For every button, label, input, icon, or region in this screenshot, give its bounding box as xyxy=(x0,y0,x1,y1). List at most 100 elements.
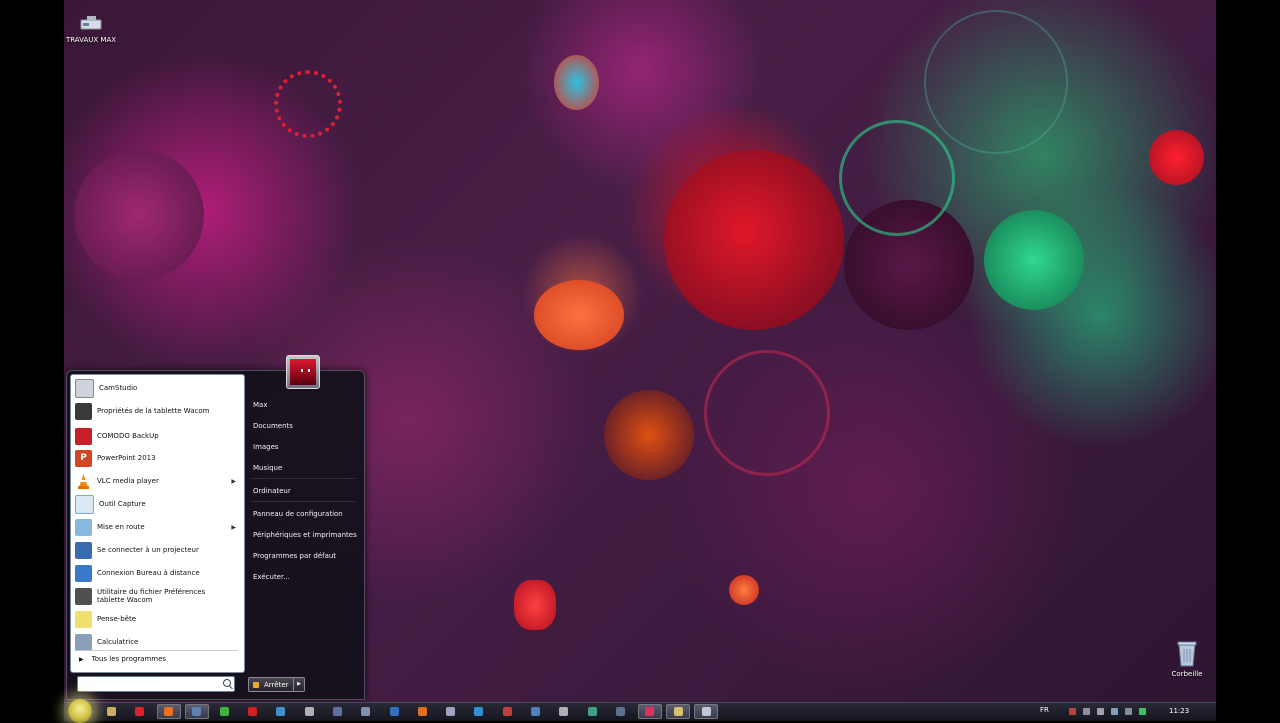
start-button[interactable] xyxy=(68,699,92,723)
taskbar-button[interactable] xyxy=(411,704,433,719)
pen-icon xyxy=(361,707,371,716)
inkscape-icon xyxy=(559,707,569,716)
wallpaper-orb xyxy=(729,575,759,605)
taskbar-button[interactable] xyxy=(694,704,719,719)
taskbar-button[interactable] xyxy=(270,704,292,719)
opera-icon xyxy=(134,707,144,716)
taskbar-button[interactable] xyxy=(355,704,377,719)
submenu-arrow-icon: ▶ xyxy=(231,477,236,485)
program-item-comodo-backup[interactable]: COMODO BackUp xyxy=(73,425,242,447)
explorer-icon xyxy=(106,707,116,716)
divider xyxy=(251,478,355,479)
camstudio-icon xyxy=(75,378,94,398)
taskbar-button[interactable] xyxy=(468,704,490,719)
taskbar-button[interactable] xyxy=(440,704,462,719)
taskbar-button[interactable] xyxy=(496,704,518,719)
wallpaper-orb xyxy=(534,280,624,350)
places-label: Images xyxy=(253,443,279,451)
program-item-getting-started[interactable]: Mise en route ▶ xyxy=(73,516,242,538)
taskbar-button[interactable] xyxy=(525,704,547,719)
triangle-right-icon: ▶ xyxy=(79,655,84,663)
search-icon[interactable] xyxy=(223,679,231,687)
projector-icon xyxy=(75,541,92,559)
volume-tray-icon[interactable] xyxy=(1097,708,1104,715)
taskbar-button[interactable] xyxy=(213,704,235,719)
program-item-camstudio[interactable]: CamStudio xyxy=(73,377,242,399)
globe-icon xyxy=(474,707,484,716)
wallpaper-orb xyxy=(604,390,694,480)
shutdown-options-arrow-icon[interactable]: ▶ xyxy=(293,678,304,691)
network-tray-icon[interactable] xyxy=(1083,708,1090,715)
taskbar-button[interactable] xyxy=(553,704,575,719)
taskbar-button[interactable] xyxy=(156,704,181,719)
places-item-images[interactable]: Images xyxy=(249,438,361,456)
taskbar-button[interactable] xyxy=(609,704,631,719)
program-item-wacom-utility[interactable]: Utilitaire du fichier Préférences tablet… xyxy=(73,585,242,607)
search-input[interactable] xyxy=(78,684,219,696)
places-label: Ordinateur xyxy=(253,487,291,495)
all-programs-label: Tous les programmes xyxy=(91,655,167,663)
places-item-default-programs[interactable]: Programmes par défaut xyxy=(249,547,361,565)
wallpaper-ring xyxy=(924,10,1068,154)
program-item-wacom-properties[interactable]: Propriétés de la tablette Wacom xyxy=(73,400,242,422)
flag-icon xyxy=(304,707,314,716)
program-item-remote-desktop[interactable]: Connexion Bureau à distance xyxy=(73,562,242,584)
program-label: Connexion Bureau à distance xyxy=(97,569,200,577)
submenu-arrow-icon: ▶ xyxy=(231,523,236,531)
taskbar-button[interactable] xyxy=(100,704,122,719)
cube-icon xyxy=(446,707,456,716)
taskbar-button[interactable] xyxy=(128,704,150,719)
desktop-icon-travaux-max[interactable]: TRAVAUX MAX xyxy=(64,14,126,44)
shield-icon xyxy=(587,707,597,716)
desktop-icon-recycle-bin[interactable]: Corbeille xyxy=(1152,640,1216,678)
flag-tray-icon[interactable] xyxy=(1069,708,1076,715)
divider xyxy=(251,501,355,502)
program-label: VLC media player xyxy=(97,477,159,485)
taskbar-button[interactable] xyxy=(581,704,603,719)
taskbar-button[interactable] xyxy=(326,704,348,719)
taskbar-button[interactable] xyxy=(383,704,405,719)
green-tray-icon[interactable] xyxy=(1139,708,1146,715)
clock[interactable]: 11:23 xyxy=(1169,707,1189,715)
sync-tray-icon[interactable] xyxy=(1111,708,1118,715)
lock-icon xyxy=(253,681,259,688)
places-label: Musique xyxy=(253,464,283,472)
vlc-cone-icon xyxy=(78,473,89,489)
places-item-ordinateur[interactable]: Ordinateur xyxy=(249,482,361,500)
powerpoint-icon: P xyxy=(75,449,92,467)
desktop-icon-label: Corbeille xyxy=(1171,670,1203,678)
places-label: Exécuter... xyxy=(253,573,290,581)
language-indicator[interactable]: FR xyxy=(1040,706,1049,714)
places-item-run[interactable]: Exécuter... xyxy=(249,568,361,586)
taskbar-button[interactable] xyxy=(637,704,662,719)
comodo-backup-icon xyxy=(75,427,92,445)
places-label: Panneau de configuration xyxy=(253,510,343,518)
shutdown-button[interactable]: Arrêter ▶ xyxy=(248,677,305,692)
taskbar-button[interactable] xyxy=(666,704,690,719)
folder-icon xyxy=(673,707,683,716)
places-item-control-panel[interactable]: Panneau de configuration xyxy=(249,505,361,523)
program-item-snipping-tool[interactable]: Outil Capture xyxy=(73,493,242,515)
program-label: Mise en route xyxy=(97,523,145,531)
program-item-powerpoint[interactable]: P PowerPoint 2013 xyxy=(73,447,242,469)
places-item-max[interactable]: Max xyxy=(249,396,361,414)
drive-tray-icon[interactable] xyxy=(1125,708,1132,715)
start-search-box[interactable] xyxy=(77,676,235,696)
places-item-devices-printers[interactable]: Périphériques et imprimantes xyxy=(249,526,361,544)
places-item-musique[interactable]: Musique xyxy=(249,459,361,477)
places-item-documents[interactable]: Documents xyxy=(249,417,361,435)
green-app-icon xyxy=(219,707,229,716)
firefox-icon xyxy=(164,707,174,716)
program-item-sticky-notes[interactable]: Pense-bête xyxy=(73,608,242,630)
wallpaper-orb xyxy=(984,210,1084,310)
user-account-picture[interactable] xyxy=(286,355,320,389)
gear-app-icon xyxy=(332,707,342,716)
program-item-projector[interactable]: Se connecter à un projecteur xyxy=(73,539,242,561)
program-item-vlc[interactable]: VLC media player ▶ xyxy=(73,470,242,492)
taskbar-button[interactable] xyxy=(184,704,209,719)
remote-desktop-icon xyxy=(75,564,92,582)
taskbar-button[interactable] xyxy=(298,704,320,719)
wallpaper-ring xyxy=(704,350,830,476)
taskbar-button[interactable] xyxy=(242,704,264,719)
all-programs-button[interactable]: ▶ Tous les programmes xyxy=(73,655,166,663)
